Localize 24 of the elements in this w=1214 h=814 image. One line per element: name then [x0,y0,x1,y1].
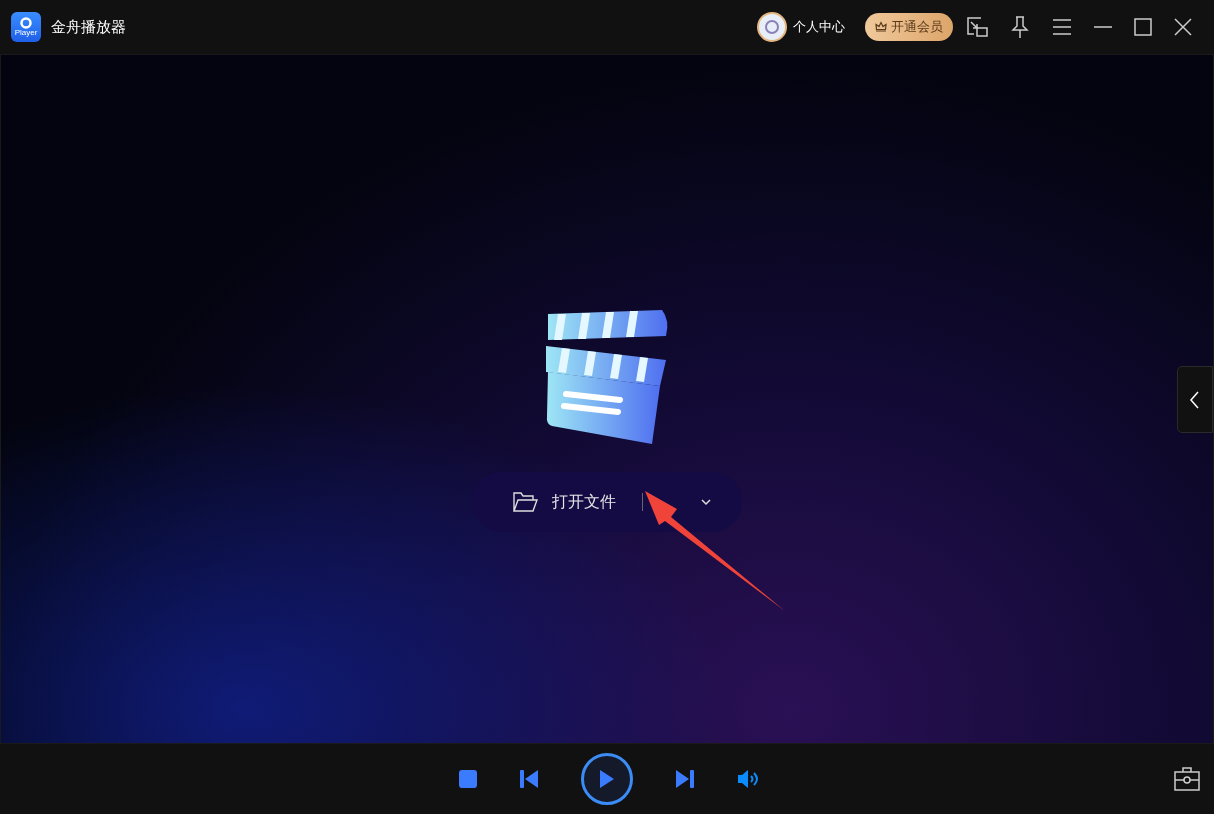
folder-icon [512,491,538,513]
previous-icon[interactable] [519,769,539,789]
play-ring-icon [20,17,32,29]
maximize-icon[interactable] [1133,17,1153,37]
avatar-icon[interactable] [757,12,787,42]
chevron-down-icon[interactable] [700,498,712,506]
profile-link[interactable]: 个人中心 [793,17,845,37]
next-icon[interactable] [675,769,695,789]
chevron-left-icon [1190,390,1200,409]
picture-in-picture-icon[interactable] [965,15,989,39]
open-file-button[interactable]: 打开文件 [472,472,742,532]
logo-text: Player [14,29,38,37]
vip-button[interactable]: 开通会员 [865,13,953,41]
speaker-icon[interactable] [737,768,759,790]
play-button[interactable] [581,753,633,805]
crown-icon [875,21,887,33]
open-file-label[interactable]: 打开文件 [552,490,616,514]
window-title: 金舟播放器 [51,16,126,37]
toolbox-icon[interactable] [1174,767,1200,791]
play-icon [599,769,615,789]
pin-icon[interactable] [1009,15,1031,39]
close-icon[interactable] [1173,17,1193,37]
side-panel-toggle[interactable] [1177,366,1213,433]
menu-icon[interactable] [1051,17,1073,37]
